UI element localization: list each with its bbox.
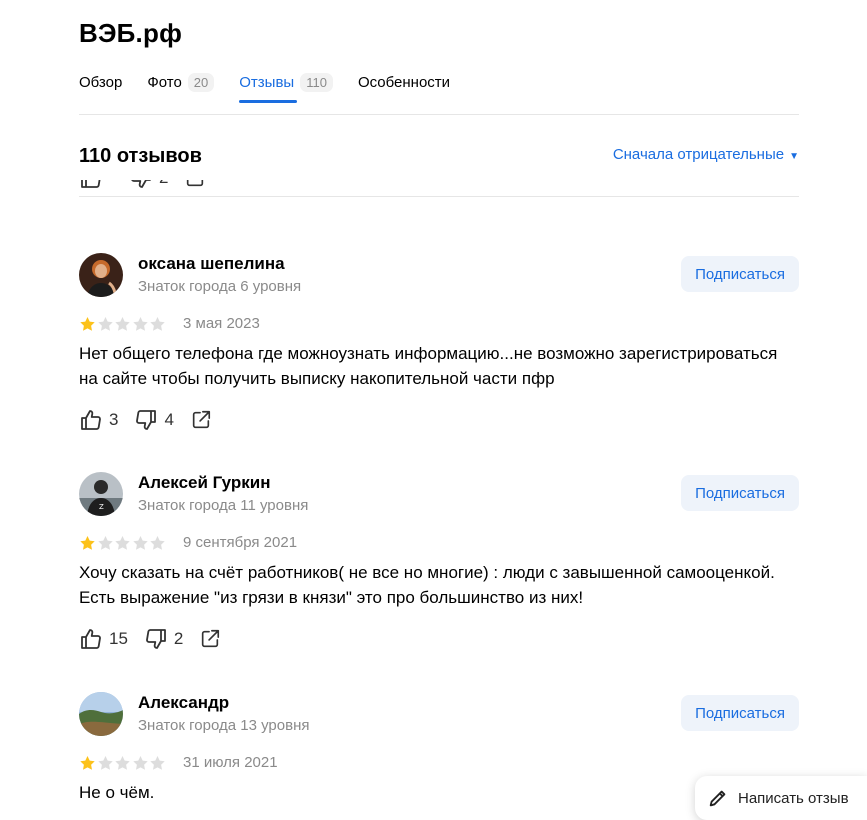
write-review-label: Написать отзыв [738, 789, 849, 807]
avatar[interactable] [79, 692, 123, 736]
star-filled-icon [80, 756, 95, 770]
tabs-bar: Обзор Фото 20 Отзывы 110 Особенности [79, 68, 475, 104]
dislike-count: 2 [173, 629, 184, 648]
rating-stars [79, 535, 167, 551]
author-level: Знаток города 6 уровня [138, 278, 302, 295]
share-icon [187, 180, 204, 187]
star-empty-icon [115, 536, 130, 550]
review-date: 9 сентября 2021 [183, 534, 298, 551]
author-level: Знаток города 11 уровня [138, 497, 309, 514]
review-text: Не о чём. [79, 783, 155, 802]
like-button[interactable]: 3 [79, 408, 118, 432]
page-title: ВЭБ.рф [79, 18, 183, 48]
thumbs-down-icon [136, 410, 157, 430]
like-button[interactable] [79, 180, 103, 190]
star-filled-icon [80, 536, 95, 550]
pencil-icon [709, 790, 726, 807]
star-empty-icon [150, 536, 165, 550]
avatar[interactable]: Z [79, 472, 123, 516]
star-empty-icon [150, 756, 165, 770]
tab-label: Отзывы [239, 73, 295, 91]
subscribe-button[interactable]: Подписаться [681, 256, 799, 292]
user-photo-icon [79, 253, 123, 297]
share-button[interactable] [190, 409, 212, 431]
review-date: 31 июля 2021 [183, 754, 278, 771]
tab-reviews[interactable]: Отзывы 110 [239, 68, 333, 103]
tab-photos[interactable]: Фото 20 [147, 68, 215, 96]
star-empty-icon [97, 536, 113, 550]
review-card: Z Алексей Гуркин Знаток города 11 уровня… [79, 472, 799, 652]
caret-down-icon: ▼ [789, 151, 799, 162]
dislike-button[interactable]: 2 [129, 180, 168, 190]
dislike-count: 2 [159, 180, 168, 188]
star-empty-icon [150, 317, 165, 331]
review-author[interactable]: Алексей Гуркин [138, 473, 271, 493]
user-photo-icon [79, 692, 123, 736]
tab-label: Обзор [79, 73, 123, 91]
tab-count-badge: 110 [300, 72, 333, 92]
tab-overview[interactable]: Обзор [79, 68, 122, 96]
svg-text:Z: Z [99, 503, 104, 511]
review-actions: 15 2 [79, 627, 237, 651]
sort-label: Сначала отрицательные [612, 146, 785, 163]
review-divider [79, 196, 799, 197]
tabs-divider [79, 114, 799, 115]
thumbs-up-icon [81, 180, 101, 188]
thumbs-up-icon [81, 629, 101, 649]
tab-count-badge: 20 [187, 72, 215, 92]
star-empty-icon [115, 756, 130, 770]
reviews-count: 110 отзывов [79, 145, 202, 167]
star-empty-icon [132, 317, 148, 331]
thumbs-down-icon [131, 180, 151, 188]
review-card: Александр Знаток города 13 уровня Подпис… [79, 692, 799, 820]
tab-features[interactable]: Особенности [358, 68, 450, 96]
user-photo-icon: Z [79, 472, 123, 516]
review-author[interactable]: оксана шепелина [138, 254, 285, 274]
dislike-button[interactable]: 4 [134, 408, 174, 432]
review-author[interactable]: Александр [138, 693, 229, 713]
review-text: Хочу сказать на счёт работников( не все … [79, 563, 775, 607]
share-icon [192, 410, 211, 429]
thumbs-down-icon [146, 629, 166, 649]
dislike-button[interactable]: 2 [144, 627, 183, 651]
partial-review-actions: 2 [79, 180, 279, 195]
thumbs-up-icon [81, 410, 101, 430]
star-empty-icon [132, 756, 148, 770]
star-empty-icon [97, 756, 113, 770]
subscribe-button[interactable]: Подписаться [681, 695, 799, 731]
tab-label: Особенности [357, 73, 451, 91]
rating-stars [79, 755, 167, 771]
review-text: Нет общего телефона где можноузнать инфо… [79, 344, 778, 388]
review-actions: 3 4 [79, 408, 228, 432]
dislike-count: 4 [164, 410, 174, 429]
subscribe-button[interactable]: Подписаться [681, 475, 799, 511]
share-button[interactable] [184, 180, 206, 189]
rating-stars [79, 316, 167, 332]
star-empty-icon [97, 317, 113, 331]
star-empty-icon [115, 317, 130, 331]
author-level: Знаток города 13 уровня [138, 717, 310, 734]
star-empty-icon [132, 536, 148, 550]
share-button[interactable] [199, 628, 221, 650]
tab-label: Фото [147, 73, 182, 91]
review-date: 3 мая 2023 [183, 315, 260, 332]
like-count: 3 [109, 410, 119, 429]
like-count: 15 [109, 629, 128, 648]
write-review-button[interactable]: Написать отзыв [695, 776, 867, 820]
share-icon [202, 629, 220, 648]
review-card: оксана шепелина Знаток города 6 уровня П… [79, 253, 799, 433]
star-filled-icon [80, 317, 95, 331]
like-button[interactable]: 15 [79, 627, 128, 651]
avatar[interactable] [79, 253, 123, 297]
sort-dropdown[interactable]: Сначала отрицательные ▼ [613, 146, 799, 163]
